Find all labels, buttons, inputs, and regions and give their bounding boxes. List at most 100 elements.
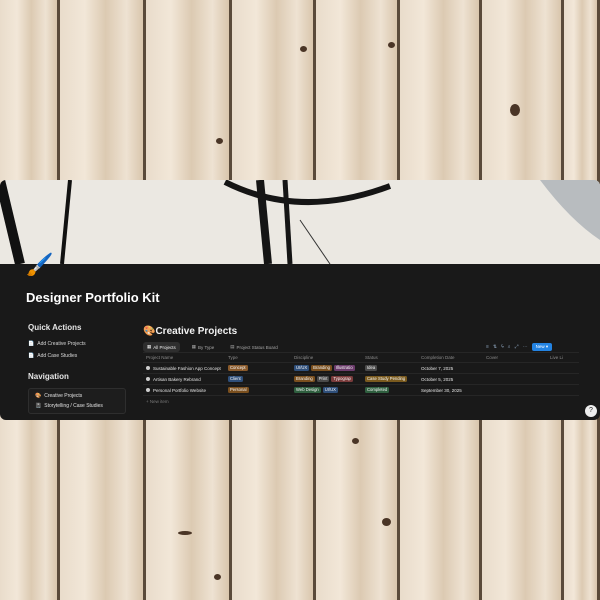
nav-link-case-studies[interactable]: 📓 Storytelling / Case Studies [35,403,103,409]
discipline-tag: Illustratio [333,365,355,371]
more-icon[interactable]: ⋯ [523,344,528,350]
button-label: Add Case Studies [37,353,78,359]
wood-knot [388,42,395,48]
discipline-cell[interactable]: Branding Print Typograp [294,376,365,382]
palette-icon: 🎨 [35,393,42,399]
page-icon [146,387,150,392]
project-name-text: Sustainable Fashion App Concept [153,365,221,371]
page-icon [146,365,150,370]
table-header: Project Name Type Discipline Status Comp… [143,352,579,363]
navigation-heading: Navigation [28,372,69,381]
status-cell[interactable]: Case Study Pending [365,376,421,382]
file-icon: 📄 [28,341,35,347]
discipline-tag: UI/UX [294,365,310,371]
tab-all-projects[interactable]: ▦ All Projects [143,342,180,352]
discipline-tag: Branding [294,376,315,382]
column-header[interactable]: Type [228,355,294,360]
wood-knot [352,438,359,444]
status-tag: Case Study Pending [365,376,408,382]
cover-art [0,180,600,264]
type-tag: Personal [228,387,249,393]
tab-label: All Projects [153,344,176,350]
wood-knot [300,46,307,52]
wood-knot [216,138,223,144]
new-button-label: New [535,344,545,349]
add-case-studies-button[interactable]: 📄 Add Case Studies [28,351,77,361]
date-cell[interactable]: October 7, 2025 [421,366,486,371]
new-item-row[interactable]: + New item [143,396,579,407]
column-header[interactable]: Project Name [143,355,228,360]
status-tag: Idea [365,365,378,371]
type-cell[interactable]: Client [228,376,294,382]
discipline-tag: Branding [311,365,332,371]
table-row[interactable]: Personal Portfolio Website Personal Web … [143,385,579,396]
cover-image [0,180,600,264]
discipline-cell[interactable]: Web Design UI/UX [294,387,365,393]
wood-knot [178,531,192,535]
column-header[interactable]: Completion Date [421,355,486,360]
sort-icon[interactable]: ⇅ [493,344,497,350]
database-title-text: Creative Projects [155,326,238,337]
column-header[interactable]: Cover [486,355,550,360]
projects-table: Project Name Type Discipline Status Comp… [143,352,579,407]
discipline-cell[interactable]: UI/UX Branding Illustratio [294,365,365,371]
project-name-text: Artisan Bakery Rebrand [153,376,201,382]
discipline-tag: Print [316,376,330,382]
type-tag: Client [228,376,243,382]
add-creative-projects-button[interactable]: 📄 Add Creative Projects [28,339,86,349]
page-icon [146,376,150,381]
button-label: Add Creative Projects [37,341,86,347]
page-title: Designer Portfolio Kit [26,290,160,305]
notebook-icon: 📓 [35,403,42,409]
new-item-label: New item [149,399,169,404]
navigation-box: 🎨 Creative Projects 📓 Storytelling / Cas… [28,388,126,414]
nav-label: Storytelling / Case Studies [44,403,103,409]
filter-icon[interactable]: ≡ [486,344,489,350]
page-emoji: 🖌️ [26,252,54,277]
nav-label: Creative Projects [44,393,83,399]
palette-icon: 🎨 [143,326,156,337]
type-tag: Concept [228,365,248,371]
tab-by-type[interactable]: ▦ By Type [188,342,218,352]
tab-label: By Type [198,344,215,350]
help-icon[interactable]: ? [585,405,597,417]
database-toolbar: ≡ ⇅ ϟ ⌕ ⤢ ⋯ New ▾ [486,343,553,351]
board-icon: ▤ [230,344,235,349]
wood-knot [214,574,221,580]
project-name[interactable]: Sustainable Fashion App Concept [143,365,228,371]
expand-icon[interactable]: ⤢ [515,344,519,350]
tab-label: Project Status Board [236,344,278,350]
status-tag: Completed [365,387,390,393]
lightning-icon[interactable]: ϟ [501,344,504,350]
wood-knot [510,104,520,116]
table-row[interactable]: Sustainable Fashion App Concept Concept … [143,363,579,374]
date-cell[interactable]: October 5, 2025 [421,377,486,382]
column-header[interactable]: Discipline [294,355,365,360]
type-cell[interactable]: Concept [228,365,294,371]
table-icon: ▦ [147,344,152,349]
tab-project-status-board[interactable]: ▤ Project Status Board [226,342,282,352]
discipline-tag: UI/UX [322,387,338,393]
discipline-tag: Web Design [294,387,321,393]
status-cell[interactable]: Completed [365,387,421,393]
new-button[interactable]: New ▾ [531,343,553,351]
column-header[interactable]: Live Li [550,355,579,360]
view-tabs: ▦ All Projects ▦ By Type ▤ Project Status B… [143,342,282,352]
search-icon[interactable]: ⌕ [508,344,511,350]
table-row[interactable]: Artisan Bakery Rebrand Client Branding Pr… [143,374,579,385]
database-title: 🎨Creative Projects [143,326,237,337]
discipline-tag: Typograp [331,376,353,382]
date-cell[interactable]: September 30, 2025 [421,388,486,393]
wood-knot [382,518,391,526]
table-icon: ▦ [191,344,197,349]
nav-link-creative-projects[interactable]: 🎨 Creative Projects [35,393,82,399]
notion-window: 🖌️ Designer Portfolio Kit Quick Actions … [0,180,600,420]
type-cell[interactable]: Personal [228,387,294,393]
project-name[interactable]: Artisan Bakery Rebrand [143,376,228,382]
status-cell[interactable]: Idea [365,365,421,371]
file-icon: 📄 [28,353,35,359]
project-name-text: Personal Portfolio Website [153,387,206,393]
quick-actions-heading: Quick Actions [28,323,82,332]
column-header[interactable]: Status [365,355,421,360]
project-name[interactable]: Personal Portfolio Website [143,387,228,393]
